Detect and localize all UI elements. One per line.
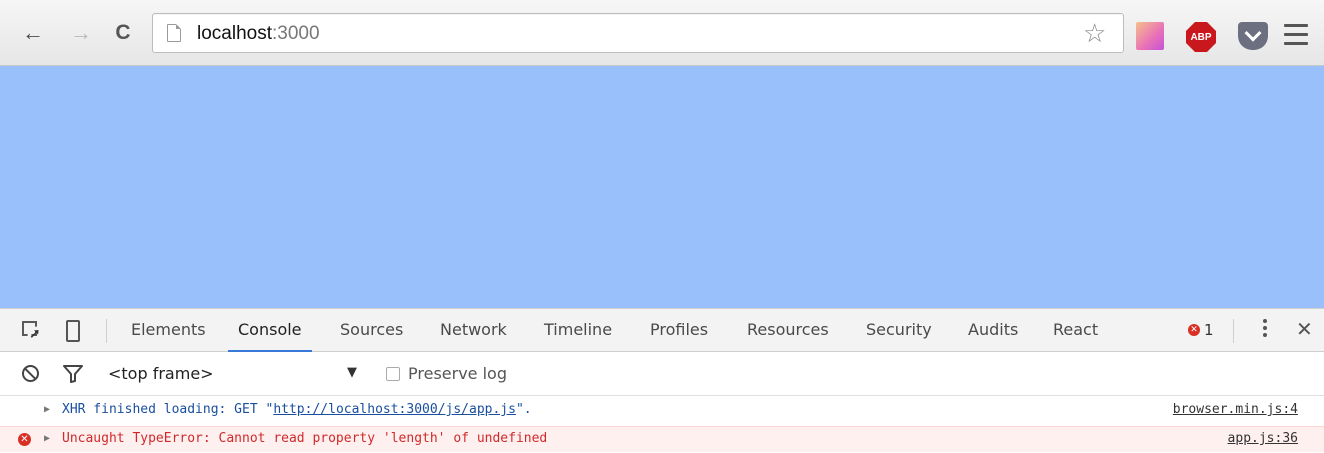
tab-resources[interactable]: Resources — [747, 309, 829, 352]
error-count: 1 — [1204, 321, 1214, 339]
context-selector[interactable]: <top frame> — [108, 364, 214, 383]
expand-triangle-icon[interactable]: ▶ — [44, 398, 50, 422]
tab-console[interactable]: Console — [228, 309, 312, 352]
source-link[interactable]: app.js:36 — [1228, 427, 1298, 451]
url-port: :3000 — [272, 23, 320, 44]
forward-arrow-icon[interactable]: → — [66, 18, 96, 48]
tab-network[interactable]: Network — [440, 309, 507, 352]
reload-icon[interactable]: C — [108, 18, 138, 48]
address-bar[interactable]: localhost:3000 — [152, 13, 1124, 53]
expand-triangle-icon[interactable]: ▶ — [44, 427, 50, 451]
filter-icon[interactable] — [63, 365, 83, 383]
console-message-error: ✕ ▶ Uncaught TypeError: Cannot read prop… — [0, 426, 1324, 452]
page-viewport — [0, 66, 1324, 308]
divider — [106, 319, 107, 343]
tab-profiles[interactable]: Profiles — [650, 309, 708, 352]
source-link[interactable]: browser.min.js:4 — [1173, 398, 1298, 422]
inspect-element-icon[interactable]: ➚ — [22, 321, 42, 341]
tab-audits[interactable]: Audits — [968, 309, 1018, 352]
error-text: Uncaught TypeError: Cannot read property… — [62, 431, 548, 446]
pocket-icon[interactable] — [1238, 22, 1268, 50]
devtools-tab-bar: ➚ Elements Console Sources Network Timel… — [0, 308, 1324, 352]
hamburger-menu-icon[interactable] — [1284, 24, 1308, 51]
message-url-link[interactable]: http://localhost:3000/js/app.js — [273, 402, 516, 417]
back-arrow-icon[interactable]: ← — [18, 18, 48, 48]
divider — [1233, 319, 1234, 343]
preserve-log-label: Preserve log — [408, 364, 507, 383]
message-suffix: ". — [515, 402, 532, 417]
preserve-log-checkbox[interactable] — [386, 367, 400, 381]
device-mode-icon[interactable] — [66, 320, 80, 342]
clear-console-icon[interactable] — [22, 365, 39, 382]
tab-react[interactable]: React — [1053, 309, 1098, 352]
url-text: localhost:3000 — [197, 23, 320, 45]
browser-toolbar: ← → C localhost:3000 ☆ ABP — [0, 0, 1324, 66]
error-counter[interactable]: ✕ 1 — [1188, 321, 1214, 339]
console-message-xhr: ▶ XHR finished loading: GET "http://loca… — [0, 398, 1324, 424]
page-icon — [167, 24, 181, 42]
error-icon: ✕ — [1188, 324, 1200, 336]
chevron-down-icon[interactable]: ▼ — [347, 365, 357, 380]
tab-timeline[interactable]: Timeline — [544, 309, 612, 352]
tab-security[interactable]: Security — [866, 309, 932, 352]
extension-gradient-icon[interactable] — [1136, 22, 1164, 50]
url-host: localhost — [197, 23, 272, 44]
more-options-icon[interactable] — [1263, 319, 1267, 340]
console-toolbar: <top frame> ▼ Preserve log — [0, 352, 1324, 396]
tab-elements[interactable]: Elements — [131, 309, 206, 352]
adblock-plus-icon[interactable]: ABP — [1186, 22, 1216, 52]
error-icon: ✕ — [18, 433, 31, 446]
tab-sources[interactable]: Sources — [340, 309, 403, 352]
message-prefix: XHR finished loading: GET " — [62, 402, 274, 417]
close-devtools-icon[interactable]: ✕ — [1296, 317, 1313, 341]
message-text: XHR finished loading: GET "http://localh… — [62, 398, 532, 422]
bookmark-star-icon[interactable]: ☆ — [1083, 18, 1106, 48]
